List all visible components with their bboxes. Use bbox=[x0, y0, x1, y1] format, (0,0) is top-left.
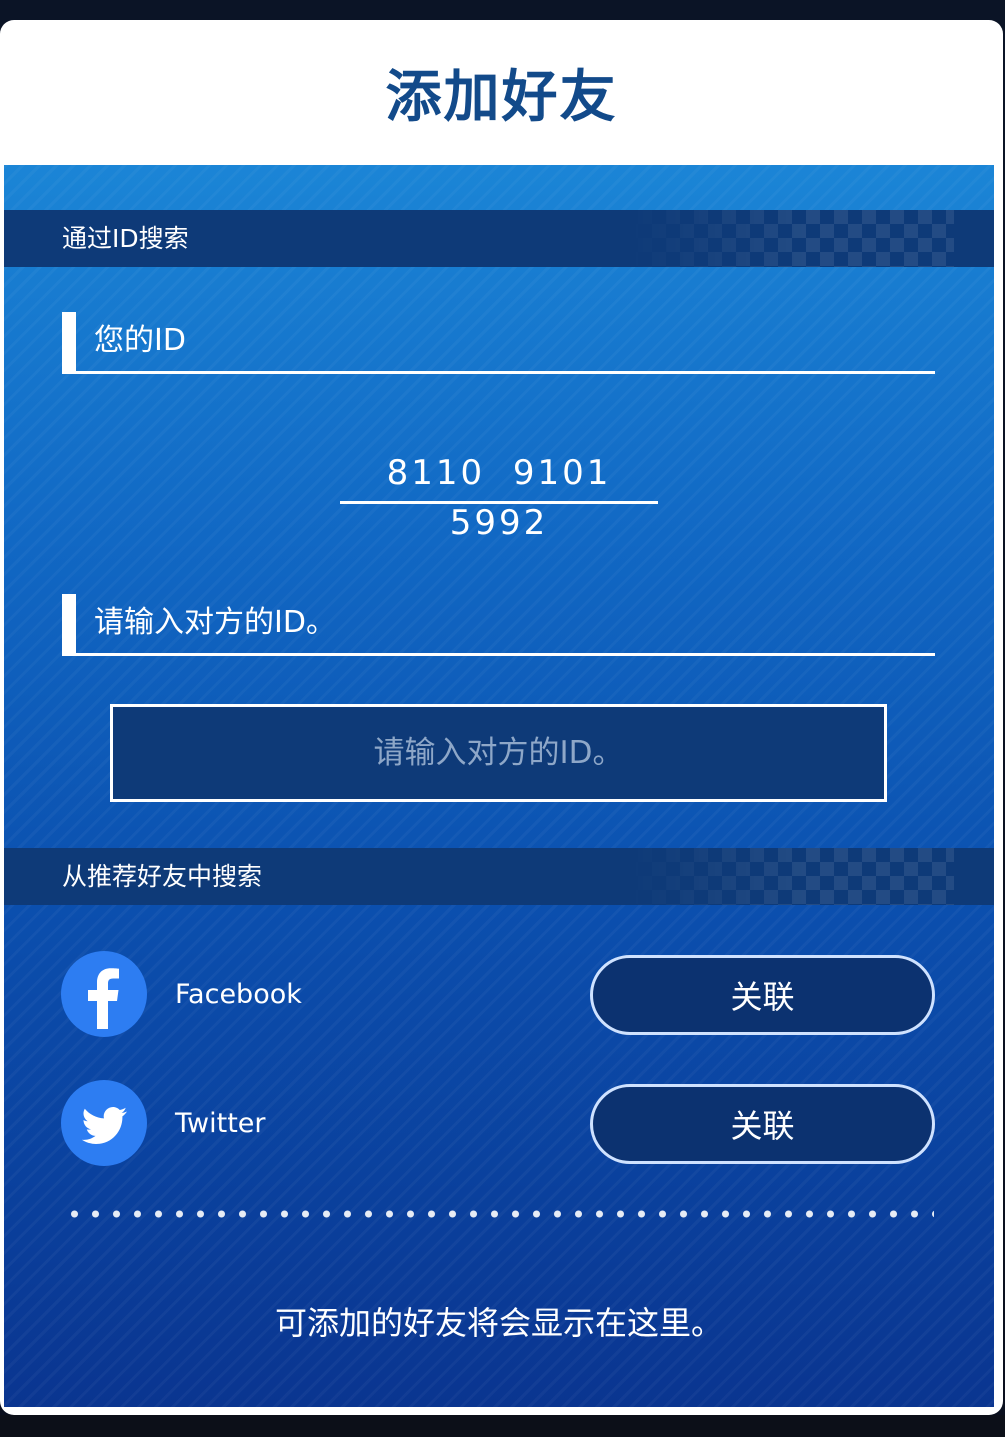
add-friend-dialog: 添加好友 通过ID搜索 您的ID 8110 9101 5992 请输入对方的ID… bbox=[0, 20, 1003, 1415]
service-name: Facebook bbox=[175, 979, 302, 1010]
section-header-recommended: 从推荐好友中搜索 bbox=[4, 848, 994, 905]
section-title: 从推荐好友中搜索 bbox=[62, 862, 263, 891]
dialog-title: 添加好友 bbox=[385, 65, 618, 130]
facebook-icon bbox=[61, 951, 147, 1037]
link-facebook-button[interactable]: 关联 bbox=[590, 955, 935, 1035]
id-underline bbox=[340, 501, 658, 504]
your-id-value: 8110 9101 5992 bbox=[386, 453, 612, 543]
social-row-facebook: Facebook 关联 bbox=[61, 951, 937, 1039]
bottom-strip bbox=[0, 1415, 1005, 1437]
dialog-panel: 通过ID搜索 您的ID 8110 9101 5992 请输入对方的ID。 从推荐… bbox=[4, 165, 994, 1407]
your-id-label-group: 您的ID bbox=[62, 312, 935, 374]
twitter-icon bbox=[61, 1080, 147, 1166]
dotted-divider bbox=[64, 1210, 934, 1218]
link-twitter-button[interactable]: 关联 bbox=[590, 1084, 935, 1164]
section-title: 通过ID搜索 bbox=[62, 224, 189, 253]
your-id-value-group: 8110 9101 5992 bbox=[340, 448, 658, 543]
button-label: 关联 bbox=[730, 1107, 795, 1145]
button-label: 关联 bbox=[730, 978, 795, 1016]
your-id-label: 您的ID bbox=[94, 323, 186, 358]
section-header-search-by-id: 通过ID搜索 bbox=[4, 210, 994, 267]
enter-id-label-group: 请输入对方的ID。 bbox=[62, 594, 935, 656]
label-underline bbox=[76, 371, 935, 374]
empty-friends-message: 可添加的好友将会显示在这里。 bbox=[274, 1304, 723, 1342]
label-underline bbox=[76, 653, 935, 656]
social-row-twitter: Twitter 关联 bbox=[61, 1080, 937, 1168]
checker-pattern bbox=[624, 848, 954, 905]
friend-id-input[interactable] bbox=[110, 704, 887, 802]
service-name: Twitter bbox=[175, 1108, 266, 1139]
checker-pattern bbox=[624, 210, 954, 267]
enter-id-label: 请输入对方的ID。 bbox=[94, 605, 336, 640]
